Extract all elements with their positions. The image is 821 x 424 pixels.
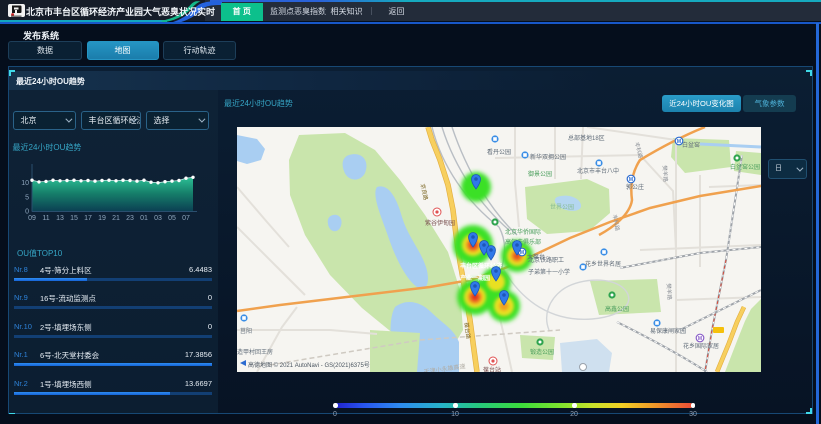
svg-text:易保康闸家园: 易保康闸家园 <box>650 327 686 335</box>
svg-text:11: 11 <box>42 215 49 222</box>
svg-text:09: 09 <box>28 215 36 222</box>
svg-text:总部基地18区: 总部基地18区 <box>568 134 605 142</box>
svg-text:M: M <box>677 139 681 145</box>
svg-text:19: 19 <box>98 215 106 222</box>
svg-text:17: 17 <box>84 215 92 222</box>
svg-text:5: 5 <box>25 194 29 201</box>
svg-text:新华双拥公园: 新华双拥公园 <box>530 153 566 161</box>
svg-text:北京市丰台八中: 北京市丰台八中 <box>577 167 619 175</box>
svg-text:15: 15 <box>70 215 78 222</box>
svg-text:13: 13 <box>56 215 64 222</box>
svg-text:世界公园: 世界公园 <box>550 203 574 211</box>
svg-text:看丹公园: 看丹公园 <box>487 148 511 156</box>
svg-text:莒阳: 莒阳 <box>240 327 252 335</box>
svg-text:21: 21 <box>112 215 120 222</box>
svg-text:01: 01 <box>140 215 148 222</box>
svg-text:紫谷伊甸园: 紫谷伊甸园 <box>425 219 455 227</box>
svg-text:北京华侨国际: 北京华侨国际 <box>505 228 541 236</box>
svg-text:高鑫公园: 高鑫公园 <box>605 305 629 313</box>
svg-text:产业一期园: 产业一期园 <box>460 274 490 282</box>
svg-text:M: M <box>698 336 702 342</box>
svg-text:花乡国际家居: 花乡国际家居 <box>683 342 719 350</box>
svg-text:造甲村回王房: 造甲村回王房 <box>237 348 273 356</box>
svg-text:05: 05 <box>168 215 176 222</box>
svg-text:子弟第十一小学: 子弟第十一小学 <box>528 268 570 276</box>
svg-text:M: M <box>629 177 633 183</box>
svg-text:白盆窑公园: 白盆窑公园 <box>730 163 760 171</box>
svg-text:郭公庄: 郭公庄 <box>626 183 644 191</box>
svg-text:北京铁路职工: 北京铁路职工 <box>528 256 564 264</box>
svg-text:御景公园: 御景公园 <box>528 170 552 178</box>
svg-text:花乡世界名居: 花乡世界名居 <box>585 260 621 268</box>
svg-text:高德地图 © 2021 AutoNavi - GS(2021: 高德地图 © 2021 AutoNavi - GS(2021)6375号 <box>248 361 370 369</box>
svg-text:白盆窑: 白盆窑 <box>682 141 700 149</box>
svg-text:锻造公园: 锻造公园 <box>530 348 554 356</box>
svg-text:10: 10 <box>21 180 29 187</box>
svg-text:M: M <box>520 250 524 256</box>
svg-text:03: 03 <box>154 215 162 222</box>
svg-text:07: 07 <box>182 215 190 222</box>
svg-text:23: 23 <box>126 215 134 222</box>
svg-text:高尔夫俱乐部: 高尔夫俱乐部 <box>505 238 541 246</box>
